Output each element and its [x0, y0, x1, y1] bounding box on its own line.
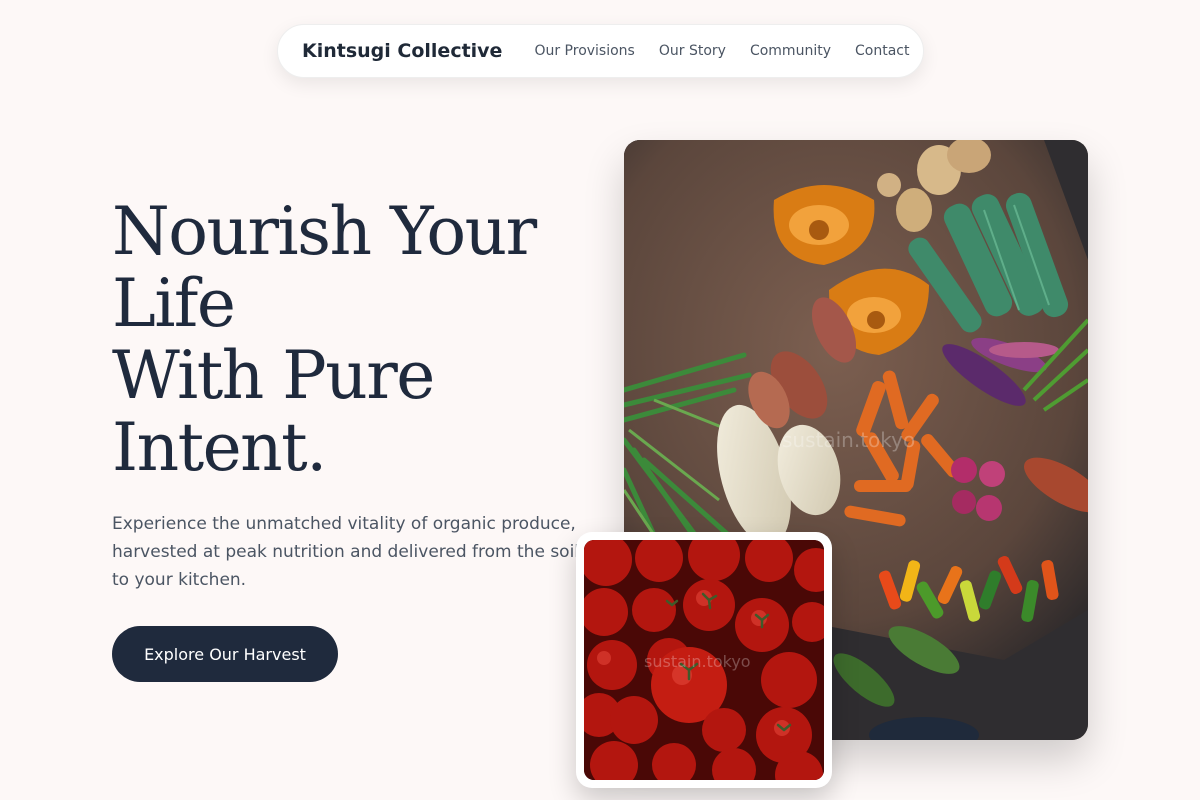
tomato-photo: sustain.tokyo: [584, 540, 824, 780]
hero-title-line: With Pure: [112, 337, 435, 414]
hero-title-line: Intent.: [112, 409, 327, 486]
explore-harvest-button[interactable]: Explore Our Harvest: [112, 626, 338, 682]
nav-link-provisions[interactable]: Our Provisions: [534, 43, 634, 59]
hero-title: Nourish Your Life With Pure Intent.: [112, 196, 582, 484]
hero-subtitle: Experience the unmatched vitality of org…: [112, 514, 580, 590]
nav-link-story[interactable]: Our Story: [659, 43, 726, 59]
top-navigation: Kintsugi Collective Our Provisions Our S…: [277, 24, 924, 78]
nav-links: Our Provisions Our Story Community Conta…: [534, 43, 909, 59]
tomato-watermark: sustain.tokyo: [644, 652, 751, 671]
hero-title-line: Nourish Your: [112, 193, 537, 270]
nav-link-community[interactable]: Community: [750, 43, 831, 59]
photo-watermark: sustain.tokyo: [782, 428, 916, 452]
brand-logo[interactable]: Kintsugi Collective: [302, 40, 502, 62]
nav-link-contact[interactable]: Contact: [855, 43, 909, 59]
hero-title-line: Life: [112, 265, 236, 342]
tomato-photo-card: sustain.tokyo: [576, 532, 832, 788]
